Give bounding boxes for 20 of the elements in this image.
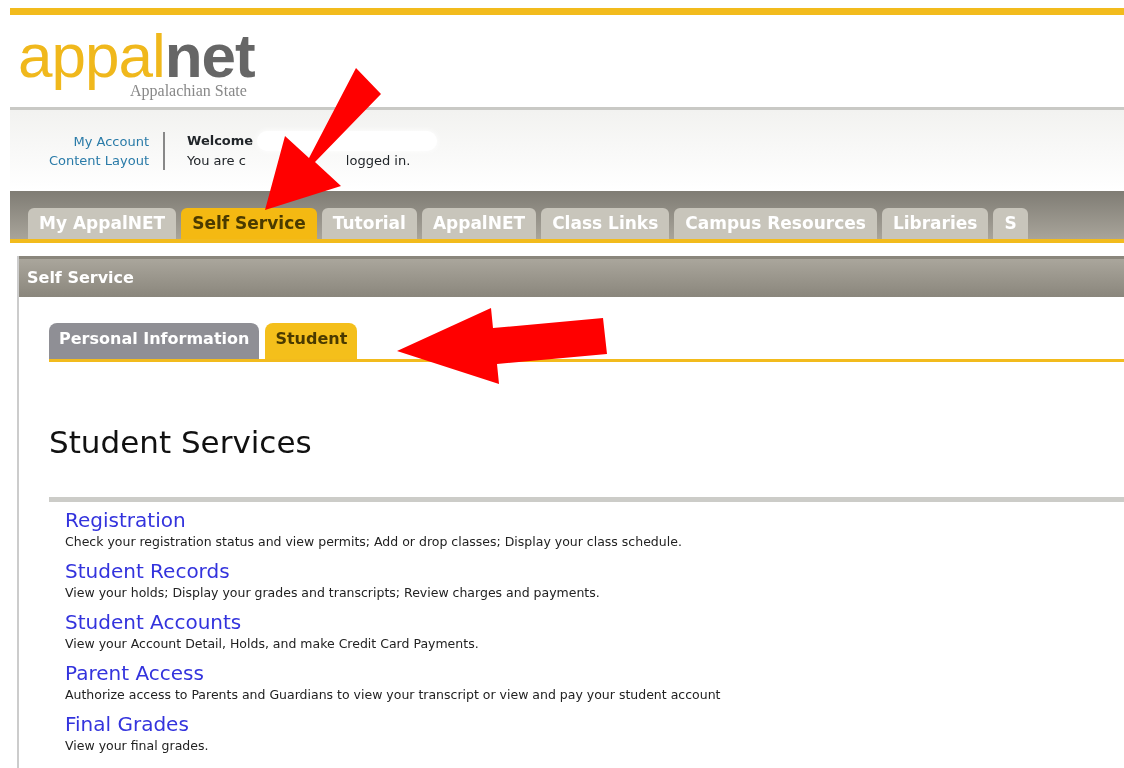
service-description: View your Account Detail, Holds, and make Credit Card Payments. bbox=[65, 635, 480, 653]
service-link[interactable]: Student Accounts bbox=[65, 610, 242, 636]
nav-tab[interactable]: Self Service bbox=[181, 208, 317, 239]
service-description: Authorize access to Parents and Guardians to view your transcript or view and pay your student account bbox=[65, 686, 722, 704]
service-description: View your final grades. bbox=[65, 737, 210, 755]
service-description: View your holds; Display your grades and transcripts; Review charges and payments. bbox=[65, 584, 601, 602]
welcome-title: Welcome bbox=[187, 132, 254, 148]
service-description: Check your registration status and view permits; Add or drop classes; Display your class schedule. bbox=[65, 533, 683, 551]
panel-header: Self Service bbox=[19, 256, 1124, 297]
sub-tab[interactable]: Student bbox=[265, 323, 358, 359]
account-link[interactable]: Content Layout bbox=[48, 150, 149, 170]
sub-tab[interactable]: Personal Information bbox=[49, 323, 260, 359]
service-link[interactable]: Final Grades bbox=[65, 712, 189, 738]
account-link[interactable]: My Account bbox=[73, 131, 149, 151]
status-text: logged in. bbox=[345, 153, 411, 169]
service-link[interactable]: Registration bbox=[65, 508, 186, 534]
service-link[interactable]: Student Records bbox=[65, 559, 230, 585]
service-link[interactable]: Parent Access bbox=[65, 661, 204, 687]
page-heading: Student Services bbox=[49, 424, 313, 462]
status-text: You are c bbox=[187, 153, 246, 169]
